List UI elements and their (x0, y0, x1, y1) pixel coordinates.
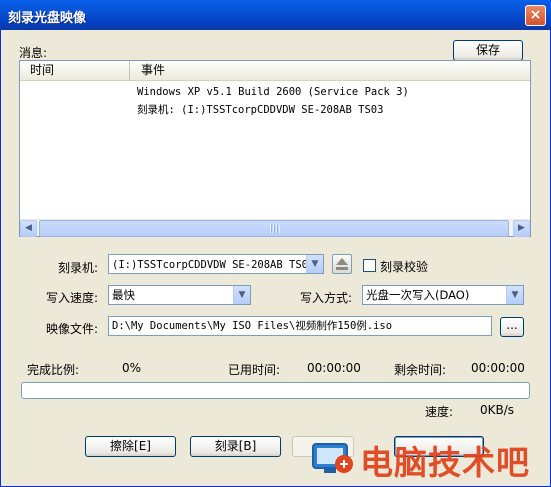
elapsed-value: 00:00:00 (307, 361, 361, 375)
mode-select[interactable]: 光盘一次写入(DAO) ▼ (362, 285, 524, 305)
speed-value: 最快 (112, 288, 135, 302)
eject-icon (336, 258, 348, 270)
browse-button[interactable]: ... (500, 317, 524, 337)
eject-button[interactable] (332, 254, 352, 274)
close-button[interactable]: × (525, 5, 546, 26)
remaining-value: 00:00:00 (471, 361, 525, 375)
title-bar[interactable]: 刻录光盘映像 × (0, 0, 551, 30)
speed-select[interactable]: 最快 ▼ (108, 285, 251, 305)
progress-bar (21, 382, 530, 399)
scroll-right-icon[interactable]: ▶ (513, 220, 530, 237)
image-file-input[interactable]: D:\My Documents\My ISO Files\视频制作150例.is… (108, 316, 492, 336)
column-event[interactable]: 事件 (131, 61, 511, 81)
verify-label[interactable]: 刻录校验 (380, 258, 428, 275)
watermark-text: 电脑技术吧 (360, 443, 530, 482)
scroll-left-icon[interactable]: ◀ (20, 220, 37, 237)
message-list[interactable]: 时间 事件 Windows XP v5.1 Build 2600 (Servic… (19, 60, 531, 237)
column-time[interactable]: 时间 (20, 61, 130, 81)
list-item: Windows XP v5.1 Build 2600 (Service Pack… (137, 86, 409, 98)
list-header: 时间 事件 (20, 61, 530, 81)
burn-button[interactable]: 刻录[B] (190, 436, 281, 457)
complete-value: 0% (122, 361, 142, 375)
verify-checkbox[interactable] (363, 259, 376, 272)
speed-status-label: 速度: (425, 405, 454, 419)
erase-button[interactable]: 擦除[E] (85, 436, 176, 457)
save-button[interactable]: 保存 (453, 40, 523, 61)
chevron-down-icon[interactable]: ▼ (233, 286, 250, 304)
chevron-down-icon[interactable]: ▼ (306, 255, 323, 273)
burner-label: 刻录机: (58, 261, 99, 275)
image-file-label: 映像文件: (46, 322, 99, 336)
mode-value: 光盘一次写入(DAO) (366, 288, 470, 302)
burner-select[interactable]: (I:)TSSTcorpCDDVDW SE-208AB TS03 ▼ (108, 254, 324, 274)
complete-label: 完成比例: (27, 363, 80, 377)
remaining-label: 剩余时间: (394, 363, 447, 377)
speed-status-value: 0KB/s (480, 403, 515, 417)
speed-label: 写入速度: (46, 291, 99, 305)
window-title: 刻录光盘映像 (8, 11, 87, 26)
scroll-thumb[interactable] (39, 220, 509, 237)
list-item: 刻录机: (I:)TSSTcorpCDDVDW SE-208AB TS03 (137, 104, 384, 116)
burner-value: (I:)TSSTcorpCDDVDW SE-208AB TS03 (112, 259, 315, 271)
elapsed-label: 已用时间: (228, 363, 281, 377)
mode-label: 写入方式: (300, 291, 353, 305)
horizontal-scrollbar[interactable]: ◀ ▶ (20, 219, 530, 237)
chevron-down-icon[interactable]: ▼ (506, 286, 523, 304)
messages-label: 消息: (19, 46, 48, 60)
watermark-logo-icon (310, 438, 356, 478)
